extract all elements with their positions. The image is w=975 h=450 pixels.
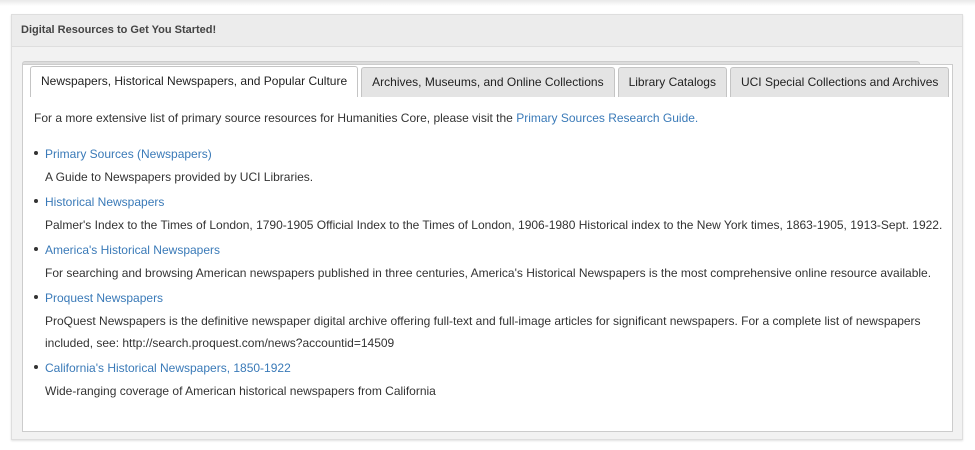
resource-description: Palmer's Index to the Times of London, 1… bbox=[45, 218, 943, 232]
bullet-icon bbox=[34, 295, 38, 299]
resource-description: Wide-ranging coverage of American histor… bbox=[45, 384, 436, 398]
bullet-icon bbox=[34, 365, 38, 369]
resource-list: Primary Sources (Newspapers) A Guide to … bbox=[34, 146, 954, 402]
tab-library-catalogs[interactable]: Library Catalogs bbox=[617, 67, 727, 97]
resource-link-historical-newspapers[interactable]: Historical Newspapers bbox=[45, 194, 954, 210]
top-rule bbox=[0, 0, 975, 6]
resource-link-primary-sources[interactable]: Primary Sources (Newspapers) bbox=[45, 146, 954, 162]
resource-description: For searching and browsing American news… bbox=[45, 266, 932, 280]
list-item: Historical Newspapers Palmer's Index to … bbox=[34, 194, 954, 236]
box-title: Digital Resources to Get You Started! bbox=[21, 24, 217, 36]
tab-list: Newspapers, Historical Newspapers, and P… bbox=[30, 66, 952, 97]
primary-sources-guide-link[interactable]: Primary Sources Research Guide. bbox=[516, 111, 698, 125]
tab-special-collections[interactable]: UCI Special Collections and Archives bbox=[729, 67, 950, 97]
list-item: Proquest Newspapers ProQuest Newspapers … bbox=[34, 290, 954, 354]
resource-link-californias-historical-newspapers[interactable]: California's Historical Newspapers, 1850… bbox=[45, 360, 954, 376]
intro-label: For a more extensive list of primary sou… bbox=[34, 111, 517, 125]
page: Digital Resources to Get You Started! Ne… bbox=[0, 0, 975, 450]
tab-newspapers[interactable]: Newspapers, Historical Newspapers, and P… bbox=[30, 66, 359, 97]
resource-link-proquest-newspapers[interactable]: Proquest Newspapers bbox=[45, 290, 954, 306]
bullet-icon bbox=[34, 247, 38, 251]
list-item: California's Historical Newspapers, 1850… bbox=[34, 360, 954, 402]
tab-archives[interactable]: Archives, Museums, and Online Collection… bbox=[361, 67, 615, 97]
resource-description: ProQuest Newspapers is the definitive ne… bbox=[45, 314, 921, 350]
list-item: America's Historical Newspapers For sear… bbox=[34, 242, 954, 284]
bullet-icon bbox=[34, 151, 38, 155]
list-item: Primary Sources (Newspapers) A Guide to … bbox=[34, 146, 954, 188]
resource-link-americas-historical-newspapers[interactable]: America's Historical Newspapers bbox=[45, 242, 954, 258]
box-header: Digital Resources to Get You Started! bbox=[12, 15, 962, 47]
bullet-icon bbox=[34, 199, 38, 203]
resource-description: A Guide to Newspapers provided by UCI Li… bbox=[45, 170, 314, 184]
tab-content: For a more extensive list of primary sou… bbox=[34, 110, 954, 408]
intro-text: For a more extensive list of primary sou… bbox=[34, 110, 954, 126]
resources-box: Digital Resources to Get You Started! Ne… bbox=[11, 14, 963, 440]
